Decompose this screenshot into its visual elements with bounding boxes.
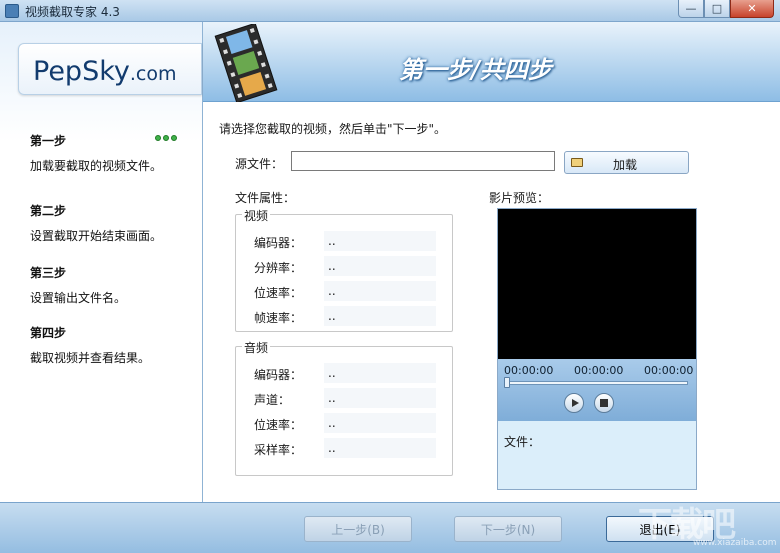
next-step-button[interactable]: 下一步(N)	[454, 516, 562, 542]
folder-icon	[571, 158, 583, 167]
step-1-desc: 加载要截取的视频文件。	[30, 159, 163, 173]
property-value: ..	[324, 438, 436, 458]
property-label: 采样率：	[254, 443, 303, 457]
property-value: ..	[324, 363, 436, 383]
main-content: 请选择您截取的视频，然后单击"下一步"。 源文件： 加载 文件属性： 视频 编码…	[203, 102, 780, 502]
property-value: ..	[324, 281, 436, 301]
app-icon	[5, 4, 19, 18]
audio-group-title: 音频	[242, 339, 271, 356]
time-end: 00:00:00	[644, 364, 694, 377]
window-title: 视频截取专家 4.3	[25, 5, 120, 19]
audio-samplerate-row: 采样率： ..	[254, 438, 436, 458]
load-button-label: 加载	[613, 158, 638, 172]
prev-step-button[interactable]: 上一步(B)	[304, 516, 412, 542]
time-current: 00:00:00	[574, 364, 624, 377]
maximize-button[interactable]: □	[704, 0, 730, 18]
property-label: 声道：	[254, 393, 291, 407]
step-header-title: 第一步/共四步	[399, 55, 552, 84]
indicator-dot	[155, 135, 161, 141]
step-4-desc: 截取视频并查看结果。	[30, 351, 151, 365]
video-resolution-row: 分辨率： ..	[254, 256, 436, 276]
time-start: 00:00:00	[504, 364, 554, 377]
audio-properties-group: 音频 编码器： .. 声道： .. 位速率： .. 采样率： ..	[235, 339, 453, 476]
property-label: 位速率：	[254, 286, 303, 300]
video-group-title: 视频	[242, 207, 271, 224]
stop-icon	[600, 399, 608, 407]
indicator-dot	[171, 135, 177, 141]
video-properties-group: 视频 编码器： .. 分辨率： .. 位速率： .. 帧速率： ..	[235, 207, 453, 332]
step-3-desc: 设置输出文件名。	[30, 291, 127, 305]
property-value: ..	[324, 388, 436, 408]
audio-codec-row: 编码器： ..	[254, 363, 436, 383]
source-file-input[interactable]	[291, 151, 555, 171]
seek-bar[interactable]	[506, 381, 688, 385]
video-preview-panel: 00:00:00 00:00:00 00:00:00 文件：	[497, 208, 697, 490]
minimize-button[interactable]: —	[678, 0, 704, 18]
stop-button[interactable]	[594, 393, 614, 413]
active-step-indicator	[155, 135, 177, 141]
property-label: 编码器：	[254, 368, 303, 382]
steps-sidebar: PepSky.com 第一步 加载要截取的视频文件。 第二步 设置截取开始结束画…	[0, 22, 203, 502]
watermark-url: www.xiazaiba.com	[693, 538, 777, 548]
video-codec-row: 编码器： ..	[254, 231, 436, 251]
video-display[interactable]	[498, 209, 696, 359]
step-2: 第二步 设置截取开始结束画面。	[30, 202, 195, 244]
property-value: ..	[324, 306, 436, 326]
preview-label: 影片预览：	[489, 191, 550, 205]
video-framerate-row: 帧速率： ..	[254, 306, 436, 326]
preview-file-label: 文件：	[504, 435, 541, 449]
property-label: 帧速率：	[254, 311, 303, 325]
logo-suffix: .com	[129, 63, 177, 85]
audio-channels-row: 声道： ..	[254, 388, 436, 408]
step-3-title: 第三步	[30, 266, 67, 280]
close-button[interactable]: ✕	[730, 0, 774, 18]
step-3: 第三步 设置输出文件名。	[30, 264, 195, 306]
indicator-dot	[163, 135, 169, 141]
audio-bitrate-row: 位速率： ..	[254, 413, 436, 433]
step-4-title: 第四步	[30, 326, 67, 340]
step-4: 第四步 截取视频并查看结果。	[30, 324, 195, 366]
instruction-text: 请选择您截取的视频，然后单击"下一步"。	[219, 122, 447, 136]
play-button[interactable]	[564, 393, 584, 413]
property-label: 位速率：	[254, 418, 303, 432]
window-controls: — □ ✕	[678, 0, 774, 18]
video-bitrate-row: 位速率： ..	[254, 281, 436, 301]
property-label: 分辨率：	[254, 261, 303, 275]
step-2-title: 第二步	[30, 204, 67, 218]
title-bar: 视频截取专家 4.3 — □ ✕	[0, 0, 780, 22]
property-value: ..	[324, 256, 436, 276]
file-properties-label: 文件属性：	[235, 191, 296, 205]
pepsky-logo: PepSky.com	[18, 43, 202, 95]
step-1: 第一步 加载要截取的视频文件。	[30, 132, 195, 174]
logo-main: PepSky	[33, 56, 130, 87]
play-icon	[572, 399, 579, 407]
property-label: 编码器：	[254, 236, 303, 250]
load-button[interactable]: 加载	[564, 151, 689, 174]
film-strip-icon	[214, 24, 278, 102]
step-header: 第一步/共四步	[203, 22, 780, 102]
step-2-desc: 设置截取开始结束画面。	[30, 229, 163, 243]
seek-handle[interactable]	[504, 377, 510, 388]
source-file-label: 源文件：	[235, 157, 284, 171]
player-controls: 00:00:00 00:00:00 00:00:00	[498, 359, 696, 421]
property-value: ..	[324, 413, 436, 433]
property-value: ..	[324, 231, 436, 251]
